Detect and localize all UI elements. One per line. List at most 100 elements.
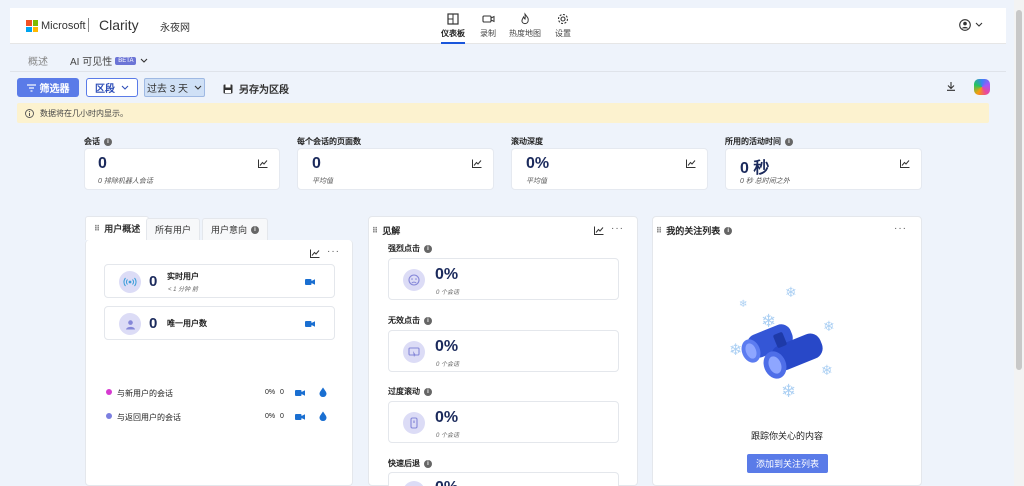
tab-user-overview[interactable]: ⠿ 用户概述 [85,216,150,240]
help-icon[interactable]: i [424,316,432,325]
live-users-card[interactable]: 0 实时用户 < 1 分钟 前 [104,264,335,298]
heatmap-drop-icon[interactable] [319,411,327,421]
gear-icon [557,13,569,25]
drag-handle-icon[interactable]: ⠿ [94,224,100,233]
trend-chart-icon[interactable] [594,226,604,235]
metric-subtext: 0 秒 总时间之外 [740,178,790,185]
excessive-scrolling-card[interactable]: 0% 0 个会话 [388,401,619,443]
help-icon[interactable]: i [251,225,260,234]
account-menu[interactable] [959,19,983,31]
angry-face-icon [403,269,425,291]
metric-value: 0% [526,155,550,172]
dead-clicks-sub: 0 个会话 [436,362,460,368]
returning-users-pct: 0% [265,413,276,420]
live-users-value: 0 [149,273,158,290]
save-segment-button[interactable]: 另存为区段 [223,81,289,96]
recording-camera-icon[interactable] [305,320,315,328]
page-scrollbar-thumb[interactable] [1016,10,1022,370]
download-icon [947,82,955,91]
tab-ai-visibility[interactable]: AI 可见性 BETA [70,53,148,68]
recording-camera-icon[interactable] [305,278,315,286]
back-arrow-icon [403,481,425,486]
recording-camera-icon[interactable] [295,413,305,421]
help-icon[interactable]: i [424,459,432,468]
nav-settings[interactable]: 设置 [541,12,585,39]
dead-clicks-card[interactable]: 0% 0 个会话 [388,330,619,372]
svg-text:❄: ❄ [823,319,835,335]
segments-button[interactable]: 区段 [86,78,138,97]
brand-divider [88,18,89,32]
rage-clicks-sub: 0 个会话 [436,290,460,296]
tab-overview[interactable]: 概述 [28,53,48,68]
watchlist-header: ⠿ 我的关注列表 i [656,224,733,237]
flame-icon [521,12,529,25]
chevron-down-icon [194,85,202,90]
dead-clicks-label: 无效点击 i [388,315,432,326]
help-icon[interactable]: i [104,137,112,146]
copilot-icon[interactable] [974,79,990,95]
help-icon[interactable]: i [785,137,793,146]
metric-card-scroll[interactable]: 0% 平均值 [511,148,708,190]
insight-label-text: 无效点击 [388,316,420,325]
product-name[interactable]: Clarity [99,17,139,33]
more-options-icon[interactable]: ··· [894,223,907,234]
brand-name: Microsoft [41,20,86,32]
metric-card-pages[interactable]: 0 平均值 [297,148,494,190]
tab-user-intent[interactable]: 用户意向 i [202,218,269,240]
insights-title: 见解 [382,226,401,236]
filters-button-label: 筛选器 [39,84,70,95]
metric-time-label: 所用的活动时间 i [725,136,793,147]
metric-label-text: 每个会话的页面数 [297,137,361,146]
help-icon[interactable]: i [424,387,432,396]
help-icon[interactable]: i [424,244,432,253]
drag-handle-icon[interactable]: ⠿ [656,226,662,235]
watchlist-title: 我的关注列表 [666,226,721,236]
date-range-select[interactable]: 过去 3 天 [144,78,205,97]
quick-backs-card[interactable]: 0% [388,472,619,486]
returning-users-count: 0 [280,413,284,420]
drag-handle-icon[interactable]: ⠿ [372,226,378,235]
metric-card-sessions[interactable]: 0 0 排除机器人会话 [84,148,280,190]
insights-header: ⠿ 见解 [372,224,400,237]
more-options-icon[interactable]: ··· [611,223,624,234]
microsoft-logo-icon [26,20,38,32]
nav-dashboard-label: 仪表板 [441,29,465,38]
nav-recordings-label: 录制 [480,29,496,38]
metric-subtext: 平均值 [312,178,333,185]
project-name[interactable]: 永夜网 [160,19,190,34]
tab-label: 所有用户 [155,225,192,235]
recording-camera-icon[interactable] [295,389,305,397]
user-icon [119,313,141,335]
trend-chart-icon[interactable] [900,159,910,168]
download-button[interactable] [946,81,956,94]
metric-label-text: 所用的活动时间 [725,137,781,146]
new-users-sessions-label: 与新用户的会话 [117,389,173,398]
metric-value: 0 秒 [740,160,770,177]
trend-chart-icon[interactable] [686,159,696,168]
excessive-scrolling-value: 0% [435,409,459,426]
chevron-down-icon [121,85,129,90]
svg-text:❄: ❄ [785,285,797,301]
trend-chart-icon[interactable] [258,159,268,168]
tab-all-users[interactable]: 所有用户 [146,218,201,240]
metric-card-time[interactable]: 0 秒 0 秒 总时间之外 [725,148,922,190]
add-to-watchlist-button[interactable]: 添加到关注列表 [747,454,828,473]
unique-users-card[interactable]: 0 唯一用户数 [104,306,335,340]
filters-button[interactable]: 筛选器 [17,78,79,97]
svg-text:❄: ❄ [781,381,796,402]
returning-users-sessions-label: 与返回用户的会话 [117,413,181,422]
heatmap-drop-icon[interactable] [319,387,327,397]
help-icon[interactable]: i [724,226,733,235]
info-banner: 数据将在几小时内显示。 [17,103,989,123]
metric-label-text: 滚动深度 [511,137,543,146]
chevron-down-icon [141,58,148,63]
rage-clicks-card[interactable]: 0% 0 个会话 [388,258,619,300]
more-options-icon[interactable]: ··· [327,246,340,257]
trend-chart-icon[interactable] [310,249,320,258]
trend-chart-icon[interactable] [472,159,482,168]
filter-icon [26,83,36,92]
dead-clicks-value: 0% [435,338,459,355]
metric-pages-label: 每个会话的页面数 [297,136,361,147]
subtab-divider [10,71,1006,72]
scroll-icon [403,412,425,434]
